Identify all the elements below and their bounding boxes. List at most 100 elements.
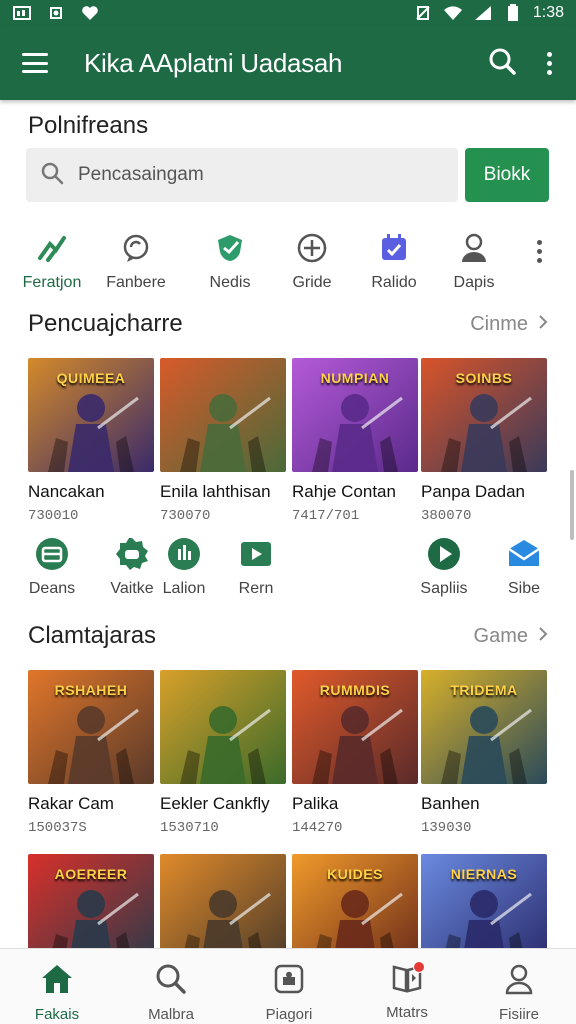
nav-fakais[interactable]: Fakais bbox=[12, 963, 102, 1023]
sync-icon bbox=[46, 5, 66, 21]
section1-card[interactable]: Enila lahthisan 730070 bbox=[160, 358, 286, 524]
more-options-icon[interactable] bbox=[544, 51, 554, 75]
scrollbar[interactable] bbox=[570, 470, 574, 540]
category-label: Ralido bbox=[371, 274, 417, 291]
nav-piagori[interactable]: Piagori bbox=[244, 963, 334, 1023]
nav-label: Piagori bbox=[265, 1006, 313, 1023]
card-name: Palika bbox=[292, 794, 339, 813]
thumbnail-title: QUIMEEA bbox=[56, 370, 126, 386]
category-label: Feratjon bbox=[22, 274, 82, 291]
game-thumbnail: NIERNAS bbox=[421, 854, 547, 948]
section2-card[interactable]: RUMMDIS Palika 144270 bbox=[292, 670, 418, 836]
card-name: Rakar Cam bbox=[28, 794, 114, 813]
section2-card[interactable]: TRIDEMA Banhen 139030 bbox=[421, 670, 547, 836]
toolbox-icon bbox=[34, 536, 70, 572]
game-thumbnail: TRIDEMA bbox=[421, 670, 547, 784]
section3-card[interactable]: NIERNAS bbox=[421, 854, 547, 948]
bottom-navigation: Fakais Malbra Piagori Mtatrs Fisiire bbox=[0, 948, 576, 1024]
quick-action-sibe[interactable]: Sibe bbox=[484, 536, 564, 598]
video-icon bbox=[238, 536, 274, 572]
quick-action-lalion[interactable]: Lalion bbox=[144, 536, 224, 598]
card-name: Nancakan bbox=[28, 482, 105, 501]
nav-fisiire[interactable]: Fisiire bbox=[474, 963, 564, 1023]
nav-label: Fisiire bbox=[499, 1006, 539, 1023]
category-label: Fanbere bbox=[106, 274, 166, 291]
nav-label: Fakais bbox=[34, 1006, 80, 1023]
profile-icon bbox=[504, 963, 534, 1000]
quick-action-deans[interactable]: Deans bbox=[12, 536, 92, 598]
card-count: 144270 bbox=[292, 820, 343, 836]
quick-action-label: Rern bbox=[238, 580, 274, 597]
wifi-icon bbox=[443, 5, 463, 21]
search-bar[interactable] bbox=[26, 148, 458, 202]
quick-action-sapliis[interactable]: Sapliis bbox=[404, 536, 484, 598]
silent-icon bbox=[413, 5, 433, 21]
image-icon bbox=[12, 5, 32, 21]
chevron-right-icon bbox=[538, 313, 548, 336]
section1-card[interactable]: NUMPIAN Rahje Contan 7417/701 bbox=[292, 358, 418, 524]
section2-more-label: Game bbox=[473, 625, 528, 647]
section1-card[interactable]: QUIMEEA Nancakan 730010 bbox=[28, 358, 154, 524]
section3-card[interactable]: AOEREER bbox=[28, 854, 154, 948]
card-name: Banhen bbox=[421, 794, 480, 813]
game-thumbnail: SOINBS bbox=[421, 358, 547, 472]
quick-action-label: Deans bbox=[28, 580, 76, 597]
section2-more-link[interactable]: Game bbox=[474, 625, 548, 648]
menu-icon[interactable] bbox=[22, 53, 48, 73]
trend-icon bbox=[34, 230, 70, 266]
section3-card[interactable]: KUIDES bbox=[292, 854, 418, 948]
game-thumbnail: QUIMEEA bbox=[28, 358, 154, 472]
main-content: Polnifreans Biokk Feratjon Fanbere Nedis… bbox=[0, 100, 576, 948]
thumbnail-title: KUIDES bbox=[327, 866, 383, 882]
card-name: Rahje Contan bbox=[292, 482, 396, 501]
chevron-right-icon bbox=[538, 625, 548, 648]
signal-icon bbox=[473, 5, 493, 21]
section2-card[interactable]: Eekler Cankfly 1530710 bbox=[160, 670, 286, 836]
category-label: Gride bbox=[292, 274, 332, 291]
category-nedis[interactable]: Nedis bbox=[190, 230, 270, 292]
card-count: 380070 bbox=[421, 508, 472, 524]
category-ralido[interactable]: Ralido bbox=[354, 230, 434, 292]
card-name: Panpa Dadan bbox=[421, 482, 525, 501]
search-icon bbox=[155, 963, 187, 1000]
search-icon[interactable] bbox=[488, 47, 516, 80]
category-fanbere[interactable]: Fanbere bbox=[96, 230, 176, 292]
section1-title: Pencuajcharre bbox=[28, 310, 183, 337]
category-dapis[interactable]: Dapis bbox=[434, 230, 514, 292]
card-count: 1530710 bbox=[160, 820, 219, 836]
search-button[interactable]: Biokk bbox=[465, 148, 549, 202]
category-label: Dapis bbox=[453, 274, 495, 291]
game-thumbnail: RSHAHEH bbox=[28, 670, 154, 784]
game-thumbnail bbox=[160, 854, 286, 948]
chat-icon bbox=[118, 230, 154, 266]
category-gride[interactable]: Gride bbox=[272, 230, 352, 292]
nav-mtatrs[interactable]: Mtatrs bbox=[362, 961, 452, 1021]
nav-label: Mtatrs bbox=[386, 1004, 428, 1021]
search-input[interactable] bbox=[78, 164, 418, 186]
card-count: 139030 bbox=[421, 820, 472, 836]
nav-malbra[interactable]: Malbra bbox=[126, 963, 216, 1023]
section1-card[interactable]: SOINBS Panpa Dadan 380070 bbox=[421, 358, 547, 524]
app-title: Kika AAplatni Uadasah bbox=[84, 47, 343, 78]
thumbnail-title: NIERNAS bbox=[450, 866, 518, 882]
quick-action-label: Lalion bbox=[162, 580, 206, 597]
card-count: 730010 bbox=[28, 508, 79, 524]
quick-action-rern[interactable]: Rern bbox=[216, 536, 296, 598]
person-icon bbox=[456, 230, 492, 266]
status-time: 1:38 bbox=[532, 4, 564, 21]
section2-card[interactable]: RSHAHEH Rakar Cam 150037S bbox=[28, 670, 154, 836]
thumbnail-title: AOEREER bbox=[54, 866, 128, 882]
section1-more-link[interactable]: Cinme bbox=[470, 313, 548, 336]
game-thumbnail: RUMMDIS bbox=[292, 670, 418, 784]
category-feratjon[interactable]: Feratjon bbox=[12, 230, 92, 292]
section3-card[interactable] bbox=[160, 854, 286, 948]
thumbnail-title: RUMMDIS bbox=[319, 682, 391, 698]
quick-action-label: Sibe bbox=[507, 580, 541, 597]
shield-check-icon bbox=[212, 230, 248, 266]
battery-icon bbox=[503, 4, 523, 21]
mail-icon bbox=[506, 536, 542, 572]
category-label: Nedis bbox=[209, 274, 251, 291]
bars-icon bbox=[166, 536, 202, 572]
category-more-icon[interactable] bbox=[534, 240, 544, 263]
book-icon bbox=[391, 961, 425, 998]
